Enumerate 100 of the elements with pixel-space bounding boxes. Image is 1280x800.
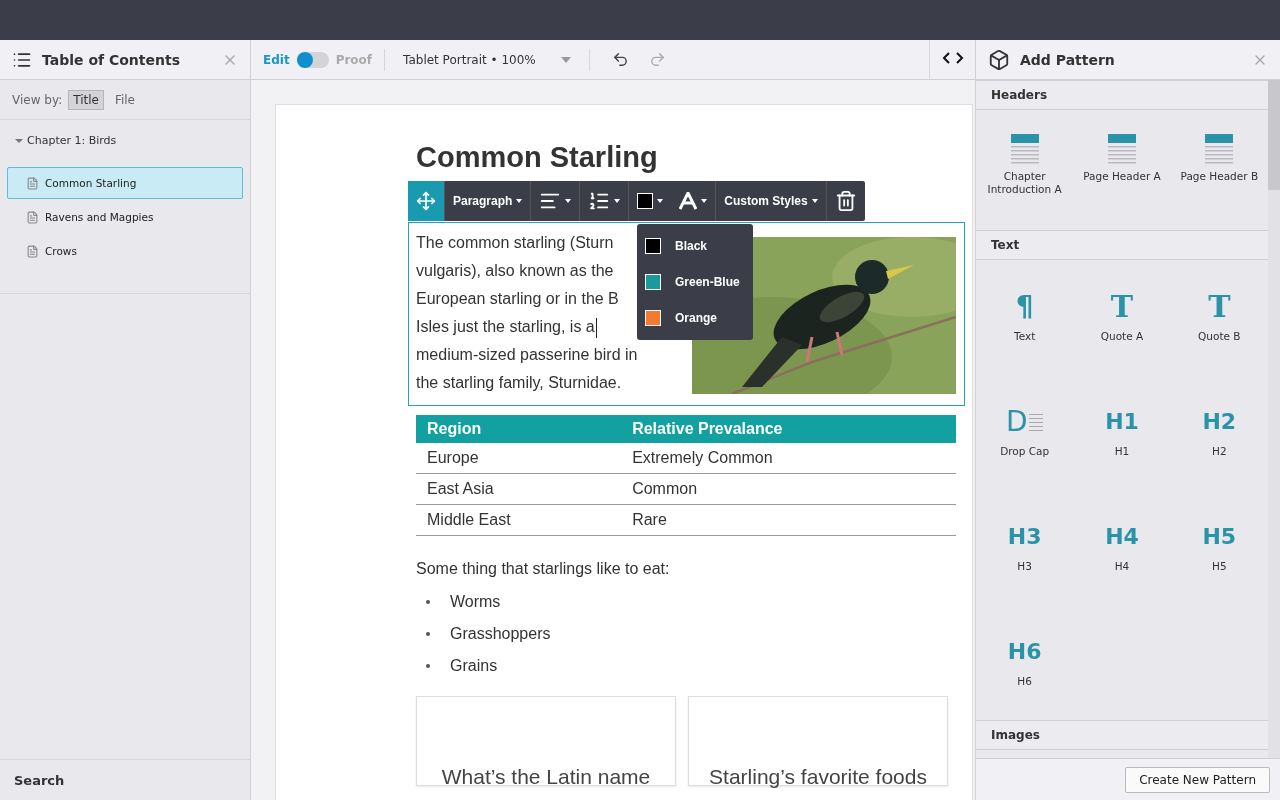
search-bar[interactable]: Search: [0, 759, 250, 800]
section-header[interactable]: Headers: [976, 80, 1268, 110]
pattern-label: Quote A: [1099, 330, 1145, 343]
heading-icon: H6: [1007, 635, 1042, 669]
trash-icon: [834, 190, 857, 212]
page-icon: [26, 176, 39, 190]
pattern-label: Text: [1013, 330, 1037, 343]
heading-icon: H3: [1007, 520, 1042, 554]
page-item[interactable]: Ravens and Magpies: [7, 201, 243, 233]
move-icon: [416, 191, 436, 211]
header-layout-icon: [1010, 134, 1039, 164]
paragraph-line: medium-sized passerine bird in: [416, 345, 638, 365]
color-option[interactable]: Green-Blue: [637, 264, 753, 300]
pattern-label: Drop Cap: [999, 445, 1051, 458]
paragraph-line: The common starling (Sturn: [416, 233, 614, 253]
panel-title: Add Pattern: [1020, 51, 1116, 68]
page-item[interactable]: Crows: [7, 235, 243, 267]
undo-icon: [612, 51, 630, 68]
section-header[interactable]: Images: [976, 720, 1268, 750]
numbered-list-icon: [588, 190, 611, 212]
heading-icon: H2: [1202, 405, 1237, 439]
page-label: Common Starling: [45, 177, 137, 189]
device-dropdown[interactable]: Tablet Portrait • 100%: [397, 52, 578, 67]
pattern-label: H3: [1016, 560, 1033, 573]
table-header-cell: Region: [416, 415, 622, 443]
pattern-label: H1: [1113, 445, 1131, 458]
page-label: Crows: [45, 245, 77, 257]
paragraph-line: vulgaris), also known as the: [416, 261, 614, 281]
page-icon: [26, 244, 39, 258]
question-card[interactable]: Starling’s favorite foods: [688, 696, 948, 786]
pattern-tile[interactable]: T Quote B: [1170, 260, 1268, 375]
pattern-tile[interactable]: T Quote A: [1073, 260, 1171, 375]
pattern-tile[interactable]: Page Header A: [1073, 110, 1171, 230]
table-cell: Common: [621, 473, 956, 505]
color-option[interactable]: Black: [637, 228, 753, 264]
bullet-icon: [426, 632, 430, 636]
pattern-tile[interactable]: H1 H1: [1073, 375, 1171, 490]
table-cell: Europe: [416, 443, 622, 474]
view-by-label: View by:: [12, 92, 63, 107]
header-layout-icon: [1205, 134, 1234, 164]
table-cell: Middle East: [416, 504, 622, 536]
heading-icon: H1: [1105, 405, 1139, 439]
text-cursor: [595, 317, 597, 338]
pattern-label: H5: [1211, 560, 1228, 573]
cube-icon: [988, 48, 1010, 71]
pattern-label: Page Header B: [1179, 170, 1260, 183]
pattern-label: Chapter Introduction A: [986, 170, 1063, 196]
list-item: Grasshoppers: [450, 625, 551, 643]
heading-icon: H5: [1202, 520, 1237, 554]
section-header[interactable]: Text: [976, 230, 1268, 260]
pattern-tile[interactable]: Page Header B: [1170, 110, 1268, 230]
table-cell: Extremely Common: [621, 443, 956, 474]
document-heading: Common Starling: [416, 140, 658, 175]
pattern-tile[interactable]: H5 H5: [1170, 490, 1268, 605]
header-layout-icon: [1108, 134, 1136, 164]
custom-styles-dropdown[interactable]: Custom Styles: [716, 181, 827, 221]
style-dropdown[interactable]: Paragraph: [445, 181, 532, 221]
scrollbar-thumb[interactable]: [1268, 80, 1280, 190]
paragraph-line: Isles just the starling, is a: [416, 313, 597, 341]
redo-icon: [649, 51, 667, 68]
move-button[interactable]: [408, 181, 445, 221]
letter-a-icon: [679, 192, 698, 210]
panel-title: Table of Contents: [42, 51, 181, 68]
pattern-tile[interactable]: H3 H3: [976, 490, 1074, 605]
chapter-item[interactable]: Chapter 1: Birds: [7, 132, 243, 149]
page-label: Ravens and Magpies: [45, 211, 154, 223]
pattern-label: H2: [1211, 445, 1228, 458]
view-option[interactable]: Title: [68, 89, 104, 110]
pattern-tile[interactable]: H4 H4: [1073, 490, 1171, 605]
pattern-tile[interactable]: H2 H2: [1170, 375, 1268, 490]
bullet-icon: [426, 664, 430, 668]
table-cell: East Asia: [416, 473, 622, 505]
pattern-tile[interactable]: D Drop Cap: [976, 375, 1074, 490]
page-icon: [26, 210, 39, 224]
pattern-tile[interactable]: H6 H6: [976, 605, 1074, 720]
code-icon: [941, 50, 964, 65]
list-item: Grains: [450, 657, 498, 675]
color-option[interactable]: Orange: [637, 300, 753, 336]
heading-icon: H4: [1105, 520, 1139, 554]
serif-t-icon: T: [1110, 290, 1134, 324]
pattern-tile[interactable]: Chapter Introduction A: [976, 110, 1074, 230]
view-option[interactable]: File: [109, 89, 140, 110]
pattern-label: Page Header A: [1082, 170, 1162, 183]
bullet-icon: [426, 600, 430, 604]
table-cell: Rare: [621, 504, 956, 536]
mode-toggle[interactable]: [296, 51, 329, 68]
pattern-tile[interactable]: ¶ Text: [976, 260, 1074, 375]
paragraph-line: the starling family, Sturnidae.: [416, 373, 622, 393]
paragraph-line: European starling or in the B: [416, 289, 619, 309]
pattern-label: H6: [1016, 675, 1033, 688]
question-card[interactable]: What’s the Latin name: [416, 696, 676, 786]
list-item: Worms: [450, 593, 501, 611]
create-pattern-button[interactable]: Create New Pattern: [1125, 766, 1270, 793]
page-item[interactable]: Common Starling: [7, 167, 243, 199]
list-intro: Some thing that starlings like to eat:: [416, 560, 671, 578]
serif-t-icon: T: [1208, 290, 1231, 324]
pilcrow-icon: ¶: [1015, 290, 1034, 324]
table-header-cell: Relative Prevalance: [621, 415, 956, 443]
pattern-label: H4: [1113, 560, 1131, 573]
chapter-label: Chapter 1: Birds: [27, 134, 117, 147]
